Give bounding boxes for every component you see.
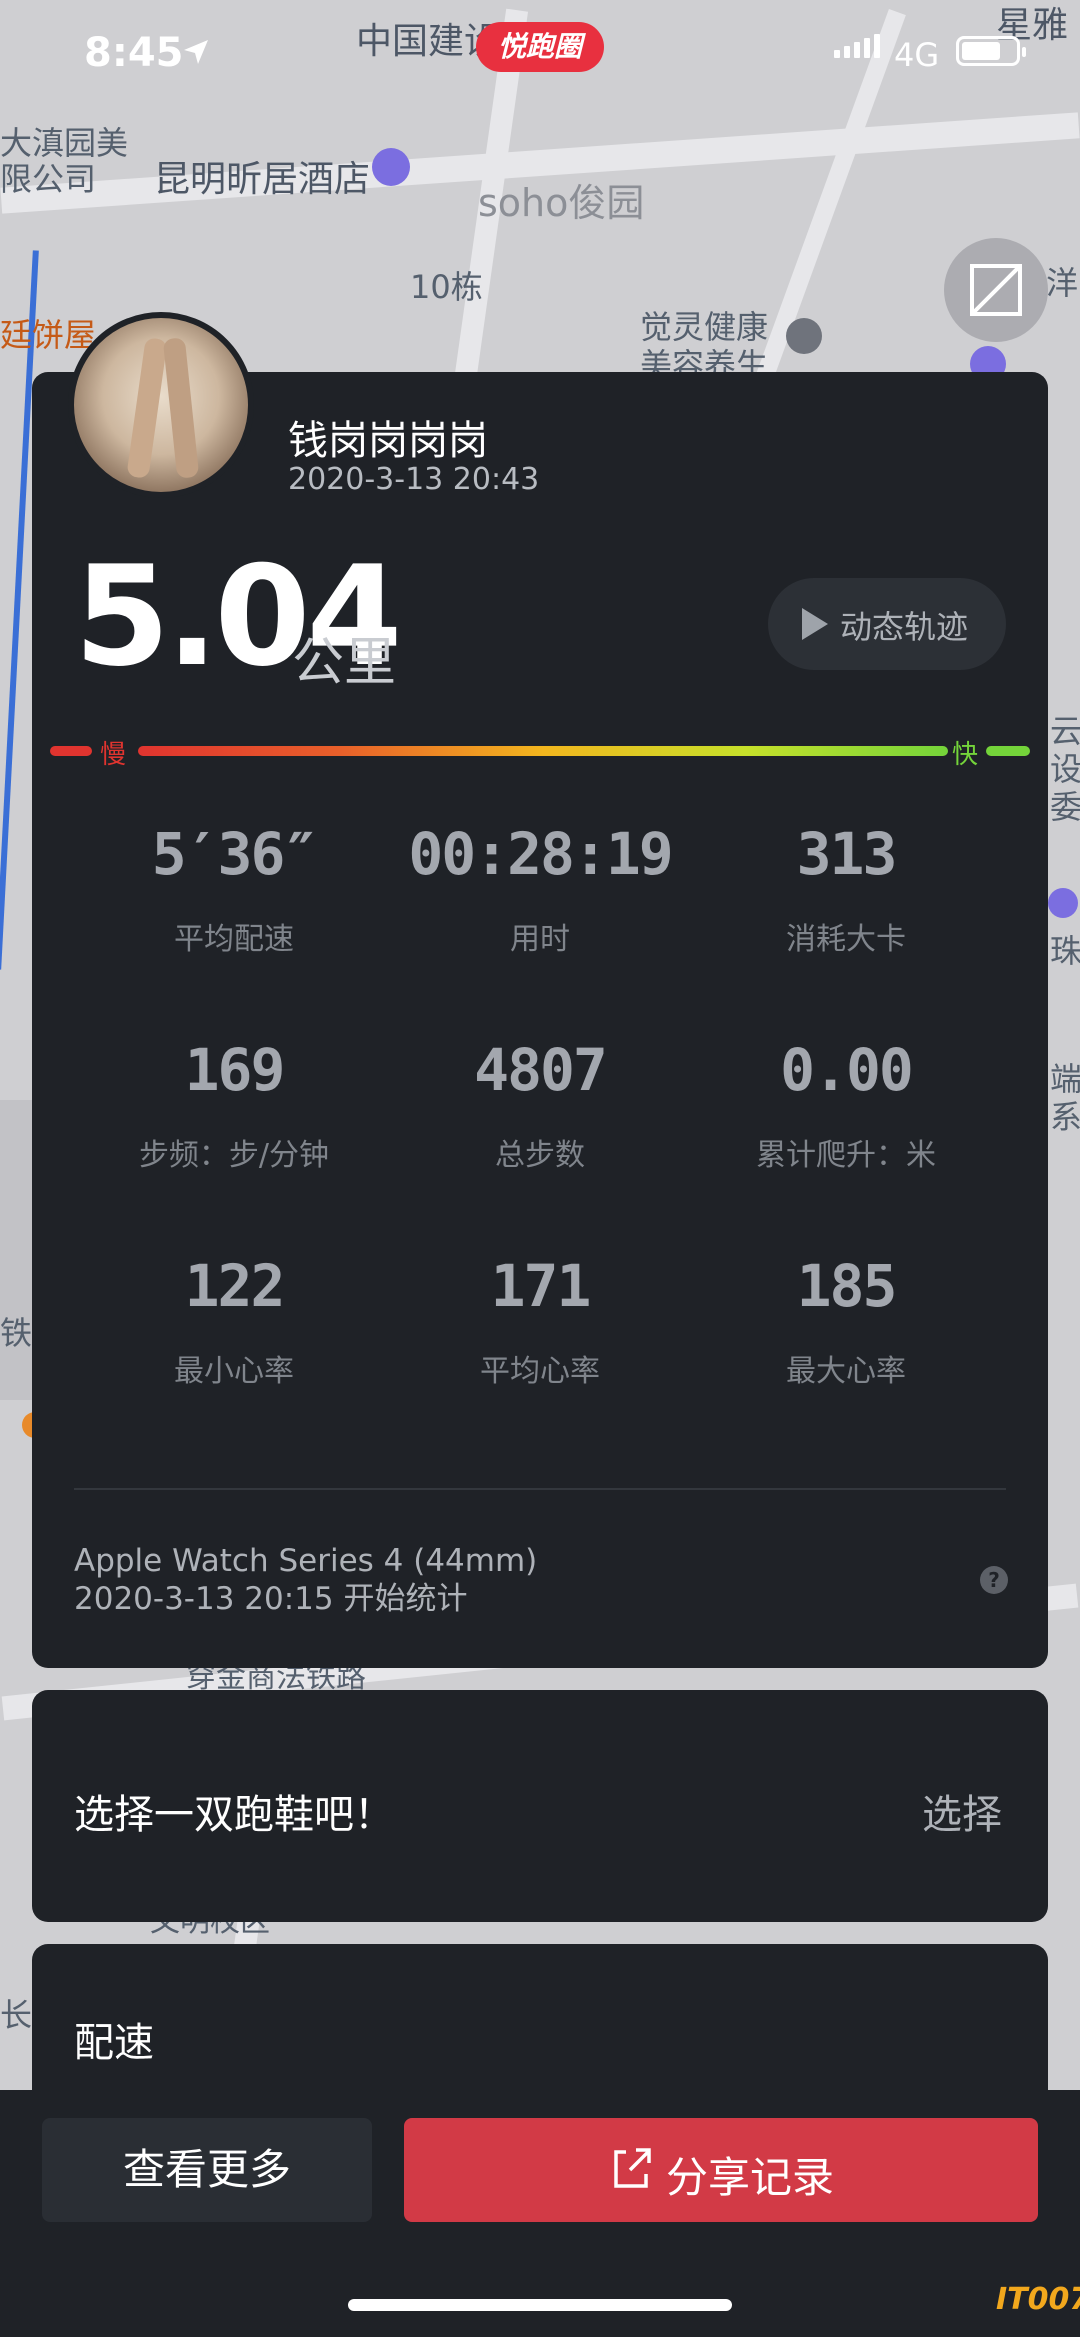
stat-value: 313 (796, 820, 898, 888)
stat-value: 169 (184, 1036, 286, 1104)
signal-bar (844, 46, 850, 58)
avatar[interactable] (68, 312, 254, 498)
pace-section-title: 配速 (74, 2020, 154, 2066)
stat-duration: 00:28:19 用时 (390, 820, 690, 958)
signal-bar (854, 42, 860, 58)
view-more-button[interactable]: 查看更多 (42, 2118, 372, 2222)
stat-label: 最大心率 (786, 1354, 906, 1389)
stat-label: 平均心率 (480, 1354, 600, 1389)
clock: 8:45 (84, 30, 184, 76)
stat-label: 步频：步/分钟 (138, 1138, 330, 1173)
home-indicator[interactable] (348, 2299, 732, 2311)
share-record-button[interactable]: 分享记录 (404, 2118, 1038, 2222)
help-icon[interactable]: ? (980, 1566, 1008, 1594)
map-fullscreen-button[interactable] (944, 238, 1048, 342)
stat-cadence: 169 步频：步/分钟 (84, 1036, 384, 1174)
map-label: 铁 (0, 1314, 33, 1352)
map-label: 廷饼屋 (0, 316, 97, 354)
divider (74, 1488, 1006, 1490)
map-label: 限公司 (0, 160, 97, 198)
expand-map-icon (970, 264, 1022, 316)
share-icon (614, 2148, 651, 2188)
stat-value: 122 (184, 1252, 286, 1320)
stat-label: 总步数 (495, 1138, 585, 1173)
pace-color-legend (50, 746, 1030, 756)
stat-value: 00:28:19 (408, 820, 673, 888)
app-brand-badge: 悦跑圈 (476, 22, 604, 72)
beauty-icon (786, 318, 822, 354)
pace-fast-label: 快 (952, 740, 979, 770)
map-label: 委 (1050, 788, 1080, 826)
stat-elevation: 0.00 累计爬升：米 (696, 1036, 996, 1174)
stat-avg-heart-rate: 171 平均心率 (390, 1252, 690, 1390)
signal-icon (834, 50, 840, 58)
device-info: Apple Watch Series 4 (44mm) 2020-3-13 20… (74, 1542, 537, 1618)
device-start-time: 2020-3-13 20:15 开始统计 (74, 1581, 468, 1617)
stat-avg-pace: 5′36″ 平均配速 (84, 820, 384, 958)
play-icon (802, 608, 828, 640)
network-type: 4G (894, 36, 940, 74)
map-label: 珠 (1050, 932, 1080, 970)
map-label: soho俊园 (478, 181, 645, 225)
stat-label: 消耗大卡 (786, 922, 906, 957)
dynamic-track-label: 动态轨迹 (840, 608, 969, 646)
signal-bar (864, 38, 870, 58)
stat-value: 171 (490, 1252, 592, 1320)
stat-label: 累计爬升：米 (756, 1138, 936, 1173)
status-bar: 8:45 悦跑圈 4G (0, 22, 1080, 90)
watermark: IT007 (996, 2282, 1080, 2317)
pace-slow-label: 慢 (100, 740, 127, 770)
shoe-prompt: 选择一双跑鞋吧！ (74, 1792, 394, 1838)
stat-calories: 313 消耗大卡 (696, 820, 996, 958)
stat-label: 用时 (510, 922, 570, 957)
select-shoe-button[interactable]: 选择 (922, 1782, 1002, 1840)
stat-value: 0.00 (780, 1036, 914, 1104)
map-label: 长 (0, 1996, 33, 2034)
run-datetime: 2020-3-13 20:43 (288, 462, 540, 497)
location-arrow-icon (184, 40, 208, 64)
stat-value: 185 (796, 1252, 898, 1320)
stat-label: 平均配速 (174, 922, 294, 957)
stat-value: 5′36″ (151, 820, 319, 888)
poi-icon (1048, 888, 1078, 918)
battery-icon (956, 36, 1026, 66)
distance-unit: 公里 (292, 633, 397, 693)
username: 钱岗岗岗岗 (288, 418, 488, 464)
stat-value: 4807 (474, 1036, 608, 1104)
stat-min-heart-rate: 122 最小心率 (84, 1252, 384, 1390)
map-label: 洋 (1046, 264, 1079, 302)
device-name: Apple Watch Series 4 (44mm) (74, 1543, 538, 1579)
map-label: 系 (1050, 1098, 1080, 1136)
share-record-label: 分享记录 (666, 2153, 835, 2202)
stat-label: 最小心率 (174, 1354, 294, 1389)
hotel-icon (372, 148, 410, 186)
signal-bar (874, 34, 880, 58)
stat-total-steps: 4807 总步数 (390, 1036, 690, 1174)
map-label: 10栋 (410, 268, 483, 306)
dynamic-track-button[interactable]: 动态轨迹 (768, 578, 1006, 670)
stat-max-heart-rate: 185 最大心率 (696, 1252, 996, 1390)
map-label: 昆明昕居酒店 (154, 159, 371, 200)
